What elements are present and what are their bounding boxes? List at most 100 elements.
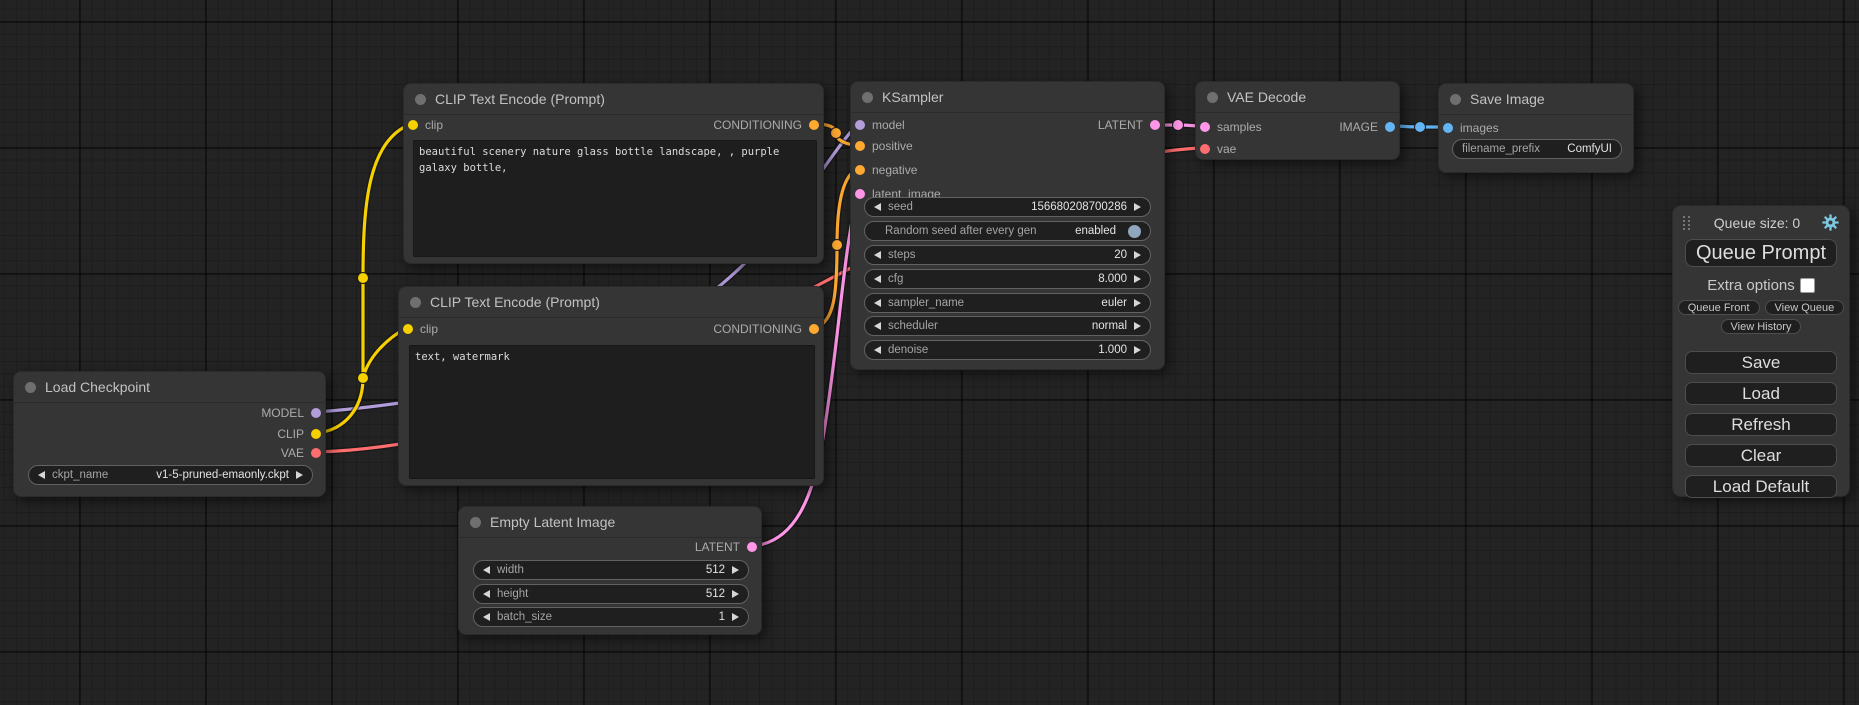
- clip-port-icon[interactable]: [311, 429, 321, 439]
- latent-port-icon[interactable]: [1200, 122, 1210, 132]
- reroute-dot-negative[interactable]: [832, 240, 843, 251]
- queue-prompt-button[interactable]: Queue Prompt: [1685, 239, 1837, 267]
- node-clip-text-encode-negative[interactable]: CLIP Text Encode (Prompt) clip CONDITION…: [398, 286, 824, 486]
- output-port-model[interactable]: MODEL: [261, 404, 321, 422]
- model-port-icon[interactable]: [855, 120, 865, 130]
- decrement-arrow-icon[interactable]: [874, 275, 881, 283]
- collapse-dot-icon[interactable]: [415, 94, 426, 105]
- increment-arrow-icon[interactable]: [1134, 203, 1141, 211]
- seed-widget[interactable]: seed 156680208700286: [864, 197, 1151, 217]
- input-port-negative[interactable]: negative: [855, 161, 917, 179]
- output-port-latent[interactable]: LATENT: [695, 538, 757, 556]
- prev-value-arrow-icon[interactable]: [874, 322, 881, 330]
- settings-gear-icon[interactable]: [1822, 214, 1839, 231]
- latent-port-icon[interactable]: [1150, 120, 1160, 130]
- node-save-image[interactable]: Save Image images filename_prefix ComfyU…: [1438, 83, 1634, 173]
- next-value-arrow-icon[interactable]: [1134, 322, 1141, 330]
- next-value-arrow-icon[interactable]: [1134, 346, 1141, 354]
- refresh-button[interactable]: Refresh: [1685, 413, 1837, 436]
- reroute-dot-positive[interactable]: [831, 128, 842, 139]
- node-empty-latent-image[interactable]: Empty Latent Image LATENT width 512 heig…: [458, 506, 762, 635]
- latent-port-icon[interactable]: [747, 542, 757, 552]
- collapse-dot-icon[interactable]: [410, 297, 421, 308]
- model-port-icon[interactable]: [311, 408, 321, 418]
- node-load-checkpoint[interactable]: Load Checkpoint MODEL CLIP VAE ckpt_name…: [13, 371, 326, 497]
- collapse-dot-icon[interactable]: [862, 92, 873, 103]
- output-port-latent[interactable]: LATENT: [1098, 116, 1160, 134]
- collapse-dot-icon[interactable]: [470, 517, 481, 528]
- conditioning-port-icon[interactable]: [855, 141, 865, 151]
- reroute-dot-latent[interactable]: [1173, 120, 1184, 131]
- view-history-button[interactable]: View History: [1721, 319, 1802, 334]
- node-ksampler[interactable]: KSampler model positive negative latent_…: [850, 81, 1165, 370]
- clip-port-icon[interactable]: [408, 120, 418, 130]
- decrement-arrow-icon[interactable]: [874, 203, 881, 211]
- node-canvas[interactable]: Load Checkpoint MODEL CLIP VAE ckpt_name…: [0, 0, 1859, 705]
- drag-handle-icon[interactable]: [1683, 215, 1692, 230]
- input-port-clip[interactable]: clip: [403, 320, 438, 338]
- ckpt-name-widget[interactable]: ckpt_name v1-5-pruned-emaonly.ckpt: [28, 465, 313, 485]
- random-seed-widget[interactable]: Random seed after every gen enabled: [864, 221, 1151, 241]
- increment-arrow-icon[interactable]: [1134, 275, 1141, 283]
- reroute-dot-clip-upper[interactable]: [358, 273, 369, 284]
- reroute-dot-image[interactable]: [1415, 122, 1426, 133]
- cfg-widget[interactable]: cfg 8.000: [864, 269, 1151, 289]
- input-port-images[interactable]: images: [1443, 119, 1499, 137]
- toggle-knob-icon[interactable]: [1128, 225, 1141, 238]
- conditioning-port-icon[interactable]: [855, 165, 865, 175]
- node-title-bar[interactable]: Save Image: [1439, 84, 1633, 115]
- node-title-bar[interactable]: CLIP Text Encode (Prompt): [404, 84, 823, 115]
- decrement-arrow-icon[interactable]: [483, 613, 490, 621]
- height-widget[interactable]: height 512: [473, 584, 749, 604]
- view-queue-button[interactable]: View Queue: [1765, 300, 1845, 315]
- input-port-model[interactable]: model: [855, 116, 905, 134]
- prev-value-arrow-icon[interactable]: [38, 471, 45, 479]
- conditioning-port-icon[interactable]: [809, 324, 819, 334]
- output-port-image[interactable]: IMAGE: [1339, 118, 1395, 136]
- filename-prefix-widget[interactable]: filename_prefix ComfyUI: [1452, 139, 1622, 159]
- width-widget[interactable]: width 512: [473, 560, 749, 580]
- output-port-vae[interactable]: VAE: [281, 444, 321, 462]
- node-clip-text-encode-positive[interactable]: CLIP Text Encode (Prompt) clip CONDITION…: [403, 83, 824, 264]
- conditioning-port-icon[interactable]: [809, 120, 819, 130]
- batch-size-widget[interactable]: batch_size 1: [473, 607, 749, 627]
- input-port-vae[interactable]: vae: [1200, 140, 1236, 158]
- collapse-dot-icon[interactable]: [1450, 94, 1461, 105]
- node-title-bar[interactable]: VAE Decode: [1196, 82, 1399, 113]
- prompt-textarea[interactable]: beautiful scenery nature glass bottle la…: [413, 140, 817, 257]
- node-title-bar[interactable]: Load Checkpoint: [14, 372, 325, 403]
- prompt-textarea[interactable]: text, watermark: [409, 345, 815, 479]
- vae-port-icon[interactable]: [1200, 144, 1210, 154]
- sampler-name-widget[interactable]: sampler_name euler: [864, 293, 1151, 313]
- image-port-icon[interactable]: [1443, 123, 1453, 133]
- decrement-arrow-icon[interactable]: [483, 590, 490, 598]
- decrement-arrow-icon[interactable]: [874, 346, 881, 354]
- input-port-samples[interactable]: samples: [1200, 118, 1262, 136]
- input-port-clip[interactable]: clip: [408, 116, 443, 134]
- node-title-bar[interactable]: Empty Latent Image: [459, 507, 761, 538]
- steps-widget[interactable]: steps 20: [864, 245, 1151, 265]
- vae-port-icon[interactable]: [311, 448, 321, 458]
- node-title-bar[interactable]: CLIP Text Encode (Prompt): [399, 287, 823, 318]
- next-value-arrow-icon[interactable]: [296, 471, 303, 479]
- output-port-conditioning[interactable]: CONDITIONING: [713, 320, 819, 338]
- node-vae-decode[interactable]: VAE Decode samples vae IMAGE: [1195, 81, 1400, 160]
- denoise-widget[interactable]: denoise 1.000: [864, 340, 1151, 360]
- prev-value-arrow-icon[interactable]: [874, 299, 881, 307]
- increment-arrow-icon[interactable]: [732, 566, 739, 574]
- increment-arrow-icon[interactable]: [732, 613, 739, 621]
- save-button[interactable]: Save: [1685, 351, 1837, 374]
- scheduler-widget[interactable]: scheduler normal: [864, 316, 1151, 336]
- increment-arrow-icon[interactable]: [1134, 251, 1141, 259]
- extra-options-checkbox[interactable]: [1800, 278, 1815, 293]
- output-port-conditioning[interactable]: CONDITIONING: [713, 116, 819, 134]
- load-button[interactable]: Load: [1685, 382, 1837, 405]
- decrement-arrow-icon[interactable]: [874, 251, 881, 259]
- collapse-dot-icon[interactable]: [1207, 92, 1218, 103]
- output-port-clip[interactable]: CLIP: [277, 425, 321, 443]
- increment-arrow-icon[interactable]: [732, 590, 739, 598]
- latent-port-icon[interactable]: [855, 189, 865, 199]
- image-port-icon[interactable]: [1385, 122, 1395, 132]
- input-port-positive[interactable]: positive: [855, 137, 913, 155]
- reroute-dot-clip-lower[interactable]: [358, 373, 369, 384]
